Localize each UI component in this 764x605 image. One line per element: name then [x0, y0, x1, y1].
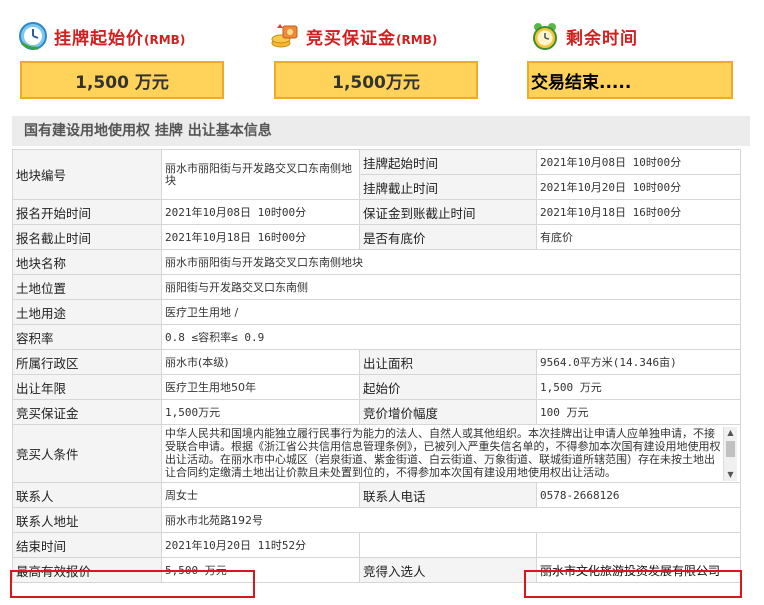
deposit-deadline-key: 保证金到账截止时间 [359, 199, 537, 225]
bid-deposit-value: 1,500万元 [161, 399, 360, 425]
table-row: 土地用途 医疗卫生用地 / [12, 299, 741, 325]
usage-value: 医疗卫生用地 / [161, 299, 741, 325]
empty-value [536, 532, 741, 558]
money-coins-icon [270, 21, 300, 51]
listing-start-value: 2021年10月08日 10时00分 [536, 149, 741, 175]
far-key: 容积率 [12, 324, 162, 350]
bid-deposit-key: 竞买保证金 [12, 399, 162, 425]
table-row: 竞买保证金 1,500万元 竞价增价幅度 100 万元 [12, 399, 741, 425]
address-key: 联系人地址 [12, 507, 162, 533]
parcel-no-value: 丽水市丽阳街与开发路交叉口东南侧地块 [161, 149, 360, 200]
deposit-deadline-value: 2021年10月18日 16时00分 [536, 199, 741, 225]
listing-end-value: 2021年10月20日 10时00分 [536, 174, 741, 200]
table-row: 竞买人条件 中华人民共和国境内能独立履行民事行为能力的法人、自然人或其他组织。本… [12, 424, 741, 483]
contact-key: 联系人 [12, 482, 162, 508]
table-row: 联系人 周女士 联系人电话 0578-2668126 [12, 482, 741, 508]
empty-key [359, 532, 537, 558]
address-value: 丽水市北苑路192号 [161, 507, 741, 533]
table-row: 地块名称 丽水市丽阳街与开发路交叉口东南侧地块 [12, 249, 741, 275]
reserve-key: 是否有底价 [359, 224, 537, 250]
section-title: 国有建设用地使用权 挂牌 出让基本信息 [12, 116, 750, 146]
start-price-label: 挂牌起始价(RMB) [54, 28, 186, 49]
area-value: 9564.0平方米(14.346亩) [536, 349, 741, 375]
scroll-thumb[interactable] [726, 440, 735, 457]
increment-key: 竞价增价幅度 [359, 399, 537, 425]
reg-end-value: 2021年10月18日 16时00分 [161, 224, 360, 250]
deposit-value: 1,500万元 [274, 61, 478, 99]
phone-key: 联系人电话 [359, 482, 537, 508]
auction-summary-panel: 挂牌起始价(RMB) 1,500 万元 竞买保证金(RMB) 1,500万元 剩… [0, 0, 764, 110]
remaining-time-label: 剩余时间 [566, 28, 638, 49]
term-key: 出让年限 [12, 374, 162, 400]
conditions-key: 竞买人条件 [12, 424, 162, 483]
listing-end-key: 挂牌截止时间 [359, 174, 537, 200]
remaining-time-header: 剩余时间 [530, 20, 638, 52]
parcel-no-key: 地块编号 [12, 149, 162, 200]
area-key: 出让面积 [359, 349, 537, 375]
parcel-name-value: 丽水市丽阳街与开发路交叉口东南侧地块 [161, 249, 741, 275]
phone-value: 0578-2668126 [536, 482, 741, 508]
highest-bid-key: 最高有效报价 [12, 557, 162, 583]
start-price-header: 挂牌起始价(RMB) [18, 20, 185, 52]
table-row: 结束时间 2021年10月20日 11时52分 [12, 532, 741, 558]
table-row: 土地位置 丽阳街与开发路交叉口东南侧 [12, 274, 741, 300]
table-row: 所属行政区 丽水市(本级) 出让面积 9564.0平方米(14.346亩) [12, 349, 741, 375]
start-price-value: 1,500 万元 [20, 61, 224, 99]
winner-value: 丽水市文化旅游投资发展有限公司 [536, 557, 741, 583]
clock-icon [18, 21, 48, 51]
contact-value: 周女士 [161, 482, 360, 508]
reg-end-key: 报名截止时间 [12, 224, 162, 250]
land-info-table: 地块编号 丽水市丽阳街与开发路交叉口东南侧地块 挂牌起始时间 2021年10月0… [12, 149, 741, 583]
usage-key: 土地用途 [12, 299, 162, 325]
table-row: 容积率 0.8 ≤容积率≤ 0.9 [12, 324, 741, 350]
location-key: 土地位置 [12, 274, 162, 300]
table-row: 报名截止时间 2021年10月18日 16时00分 是否有底价 有底价 [12, 224, 741, 250]
reserve-value: 有底价 [536, 224, 741, 250]
start-price-key: 起始价 [359, 374, 537, 400]
winner-key: 竞得入选人 [359, 557, 537, 583]
alarm-clock-icon [530, 21, 560, 51]
table-row: 报名开始时间 2021年10月08日 10时00分 保证金到账截止时间 2021… [12, 199, 741, 225]
table-row: 最高有效报价 5,500 万元 竞得入选人 丽水市文化旅游投资发展有限公司 [12, 557, 741, 583]
conditions-scroll-area[interactable]: 中华人民共和国境内能独立履行民事行为能力的法人、自然人或其他组织。本次挂牌出让申… [165, 426, 737, 481]
term-value: 医疗卫生用地50年 [161, 374, 360, 400]
parcel-name-key: 地块名称 [12, 249, 162, 275]
table-row: 出让年限 医疗卫生用地50年 起始价 1,500 万元 [12, 374, 741, 400]
scroll-up-icon[interactable]: ▲ [724, 427, 737, 439]
end-time-key: 结束时间 [12, 532, 162, 558]
district-value: 丽水市(本级) [161, 349, 360, 375]
table-row: 地块编号 丽水市丽阳街与开发路交叉口东南侧地块 挂牌起始时间 2021年10月0… [12, 149, 741, 200]
increment-value: 100 万元 [536, 399, 741, 425]
end-time-value: 2021年10月20日 11时52分 [161, 532, 360, 558]
reg-start-value: 2021年10月08日 10时00分 [161, 199, 360, 225]
far-value: 0.8 ≤容积率≤ 0.9 [161, 324, 741, 350]
scroll-down-icon[interactable]: ▼ [724, 469, 737, 481]
conditions-text: 中华人民共和国境内能独立履行民事行为能力的法人、自然人或其他组织。本次挂牌出让申… [165, 426, 721, 479]
deposit-header: 竞买保证金(RMB) [270, 20, 437, 52]
table-row: 联系人地址 丽水市北苑路192号 [12, 507, 741, 533]
listing-start-key: 挂牌起始时间 [359, 149, 537, 175]
location-value: 丽阳街与开发路交叉口东南侧 [161, 274, 741, 300]
start-price-row-value: 1,500 万元 [536, 374, 741, 400]
conditions-scrollbar[interactable]: ▲ ▼ [723, 426, 737, 481]
highest-bid-value: 5,500 万元 [161, 557, 360, 583]
district-key: 所属行政区 [12, 349, 162, 375]
deposit-label: 竞买保证金(RMB) [306, 28, 438, 49]
reg-start-key: 报名开始时间 [12, 199, 162, 225]
conditions-cell: 中华人民共和国境内能独立履行民事行为能力的法人、自然人或其他组织。本次挂牌出让申… [161, 424, 741, 483]
remaining-time-value: 交易结束..... [527, 61, 733, 99]
